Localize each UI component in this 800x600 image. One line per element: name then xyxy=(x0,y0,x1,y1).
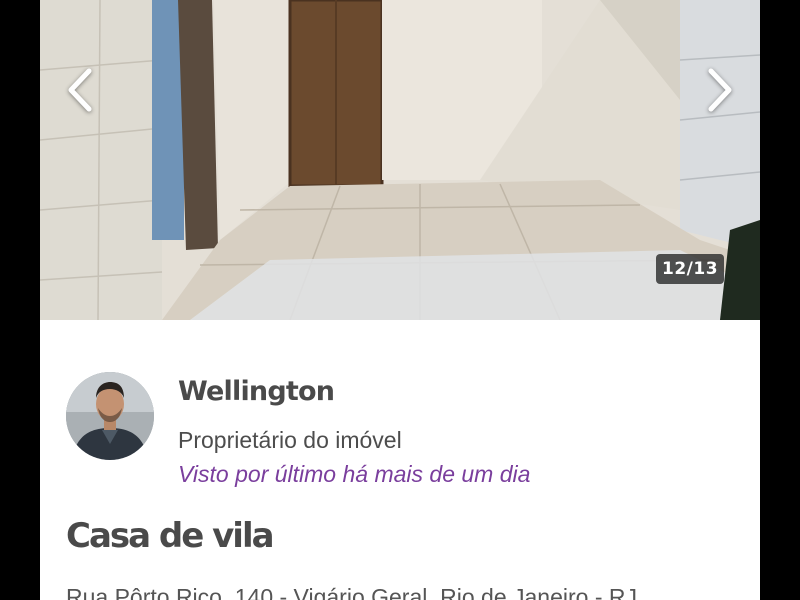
listing-title: Casa de vila xyxy=(66,516,275,556)
prev-photo-button[interactable] xyxy=(52,62,108,118)
owner-card[interactable]: Wellington Proprietário do imóvel Visto … xyxy=(66,372,726,492)
owner-name: Wellington xyxy=(178,376,335,407)
chevron-left-icon xyxy=(68,68,92,112)
next-photo-button[interactable] xyxy=(692,62,748,118)
listing-address: Rua Pôrto Rico, 140 - Vigário Geral, Rio… xyxy=(66,584,638,600)
chevron-right-icon xyxy=(708,68,732,112)
owner-photo xyxy=(66,372,154,460)
listing-screen: 12/13 Wellington Proprietário do imóvel xyxy=(40,0,760,600)
owner-role: Proprietário do imóvel xyxy=(178,427,402,453)
listing-photo xyxy=(40,0,760,320)
photo-counter: 12/13 xyxy=(656,254,725,284)
avatar[interactable] xyxy=(66,372,154,460)
photo-carousel[interactable]: 12/13 xyxy=(40,0,760,320)
last-seen-status: Visto por último há mais de um dia xyxy=(178,461,531,487)
